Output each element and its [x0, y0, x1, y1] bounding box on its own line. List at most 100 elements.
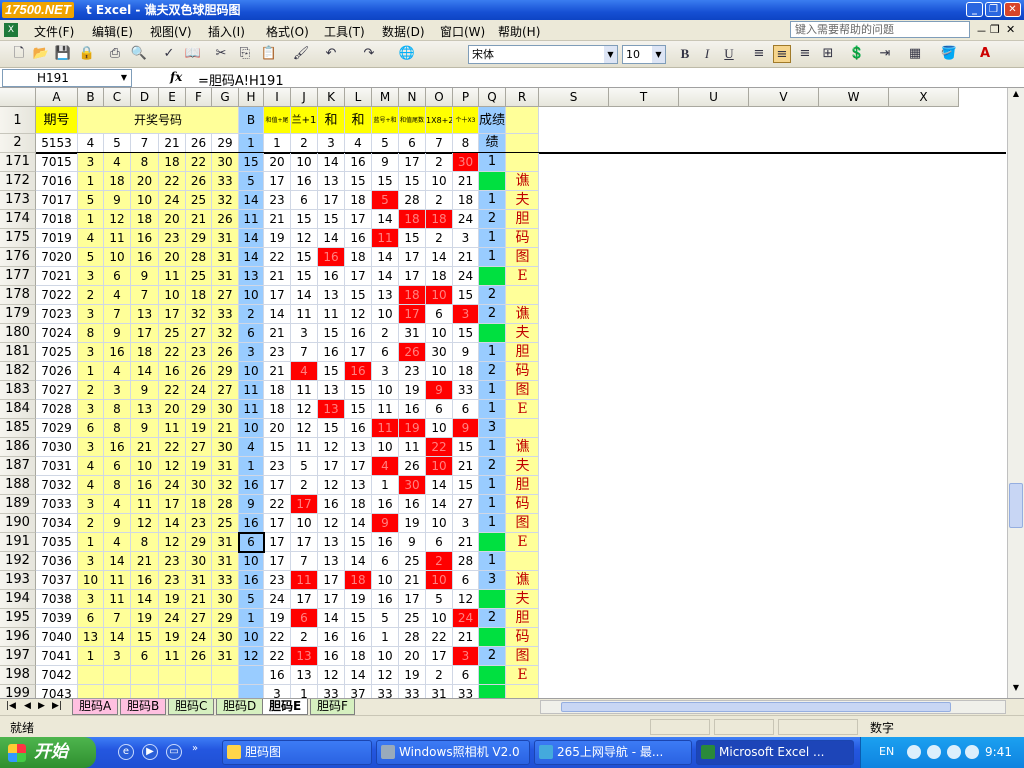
number-cell[interactable] [212, 685, 239, 698]
derived-cell[interactable]: 12 [291, 229, 318, 248]
derived-cell[interactable]: 13 [372, 286, 399, 305]
period-cell[interactable]: 7030 [36, 438, 78, 457]
number-cell[interactable]: 24 [186, 628, 212, 647]
row-header[interactable]: 196 [0, 628, 36, 647]
derived-cell[interactable]: 10 [426, 609, 453, 628]
score-cell[interactable]: 1 [479, 343, 506, 362]
period-cell[interactable]: 7031 [36, 457, 78, 476]
tab-sheet-e[interactable]: 胆码E [262, 699, 309, 715]
derived-cell[interactable]: 10 [372, 381, 399, 400]
number-cell[interactable]: 28 [186, 248, 212, 267]
print-preview-icon[interactable]: 🔍 [130, 45, 148, 63]
derived-cell[interactable]: 30 [453, 153, 479, 172]
score-cell[interactable]: 2 [479, 647, 506, 666]
score-cell[interactable] [479, 590, 506, 609]
row-header[interactable]: 178 [0, 286, 36, 305]
score-cell[interactable]: 1 [479, 552, 506, 571]
derived-cell[interactable]: 17 [291, 495, 318, 514]
period-cell[interactable]: 7026 [36, 362, 78, 381]
derived-cell[interactable]: 13 [318, 172, 345, 191]
row-header[interactable]: 187 [0, 457, 36, 476]
number-cell[interactable]: 13 [131, 400, 159, 419]
row-header[interactable]: 2 [0, 134, 36, 153]
derived-cell[interactable]: 9 [453, 419, 479, 438]
number-cell[interactable]: 24 [159, 191, 186, 210]
period-cell[interactable]: 7027 [36, 381, 78, 400]
task-excel[interactable]: Microsoft Excel ... [696, 740, 854, 765]
number-cell[interactable]: 30 [212, 400, 239, 419]
blue-ball-cell[interactable]: 10 [239, 362, 264, 381]
score-cell[interactable]: 2 [479, 286, 506, 305]
number-cell[interactable]: 7 [104, 609, 131, 628]
tab-sheet-a[interactable]: 胆码A [72, 699, 119, 715]
row-header[interactable]: 198 [0, 666, 36, 685]
number-cell[interactable]: 8 [131, 153, 159, 172]
row-header[interactable]: 186 [0, 438, 36, 457]
blue-ball-cell[interactable]: 11 [239, 400, 264, 419]
number-cell[interactable]: 10 [78, 571, 104, 590]
derived-cell[interactable]: 12 [291, 400, 318, 419]
derived-cell[interactable]: 33 [453, 381, 479, 400]
score-cell[interactable]: 1 [479, 229, 506, 248]
number-cell[interactable]: 26 [186, 172, 212, 191]
derived-cell[interactable]: 21 [453, 457, 479, 476]
blue-ball-cell[interactable]: 2 [239, 305, 264, 324]
derived-cell[interactable]: 19 [264, 229, 291, 248]
score-cell[interactable] [479, 666, 506, 685]
number-cell[interactable] [159, 666, 186, 685]
column-header[interactable]: K [318, 88, 345, 107]
number-cell[interactable]: 3 [78, 343, 104, 362]
derived-cell[interactable]: 15 [291, 210, 318, 229]
derived-cell[interactable]: 22 [264, 628, 291, 647]
derived-cell[interactable]: 6 [426, 400, 453, 419]
number-cell[interactable]: 8 [131, 533, 159, 552]
row-header[interactable]: 182 [0, 362, 36, 381]
number-cell[interactable]: 8 [104, 400, 131, 419]
derived-cell[interactable]: 3 [264, 685, 291, 698]
derived-cell[interactable]: 15 [291, 248, 318, 267]
derived-cell[interactable]: 23 [264, 343, 291, 362]
number-cell[interactable]: 3 [78, 400, 104, 419]
derived-cell[interactable]: 21 [264, 210, 291, 229]
number-cell[interactable]: 18 [159, 153, 186, 172]
row-header[interactable]: 171 [0, 153, 36, 172]
derived-cell[interactable]: 10 [426, 324, 453, 343]
number-cell[interactable]: 31 [212, 229, 239, 248]
number-cell[interactable]: 9 [131, 381, 159, 400]
column-header[interactable]: R [506, 88, 539, 107]
number-cell[interactable]: 18 [131, 210, 159, 229]
number-cell[interactable]: 11 [131, 495, 159, 514]
blue-ball-cell[interactable]: 16 [239, 476, 264, 495]
blue-ball-cell[interactable]: 14 [239, 229, 264, 248]
derived-cell[interactable]: 13 [345, 438, 372, 457]
tab-sheet-f[interactable]: 胆码F [310, 699, 355, 715]
next-sheet-icon[interactable]: ▶ [38, 701, 45, 711]
align-right-icon[interactable]: ≡ [796, 45, 814, 63]
column-header[interactable]: T [609, 88, 679, 107]
derived-cell[interactable]: 19 [264, 609, 291, 628]
derived-cell[interactable]: 17 [264, 476, 291, 495]
number-cell[interactable]: 3 [78, 305, 104, 324]
number-cell[interactable]: 16 [104, 343, 131, 362]
score-cell[interactable]: 2 [479, 210, 506, 229]
derived-cell[interactable]: 25 [399, 552, 426, 571]
derived-cell[interactable]: 10 [426, 286, 453, 305]
derived-cell[interactable]: 12 [372, 666, 399, 685]
derived-cell[interactable]: 2 [426, 552, 453, 571]
column-header[interactable]: O [426, 88, 453, 107]
italic-button[interactable]: I [698, 45, 716, 63]
number-cell[interactable]: 4 [78, 229, 104, 248]
score-cell[interactable]: 2 [479, 457, 506, 476]
blue-ball-cell[interactable]: 14 [239, 248, 264, 267]
derived-cell[interactable]: 19 [399, 514, 426, 533]
blue-ball-cell[interactable]: 5 [239, 172, 264, 191]
derived-cell[interactable]: 9 [372, 514, 399, 533]
number-cell[interactable]: 27 [186, 438, 212, 457]
period-cell[interactable]: 7020 [36, 248, 78, 267]
row-header[interactable]: 183 [0, 381, 36, 400]
number-cell[interactable]: 12 [159, 533, 186, 552]
derived-cell[interactable]: 16 [399, 495, 426, 514]
number-cell[interactable]: 11 [159, 647, 186, 666]
score-cell[interactable]: 1 [479, 191, 506, 210]
hyperlink-icon[interactable]: 🌐 [398, 45, 416, 63]
